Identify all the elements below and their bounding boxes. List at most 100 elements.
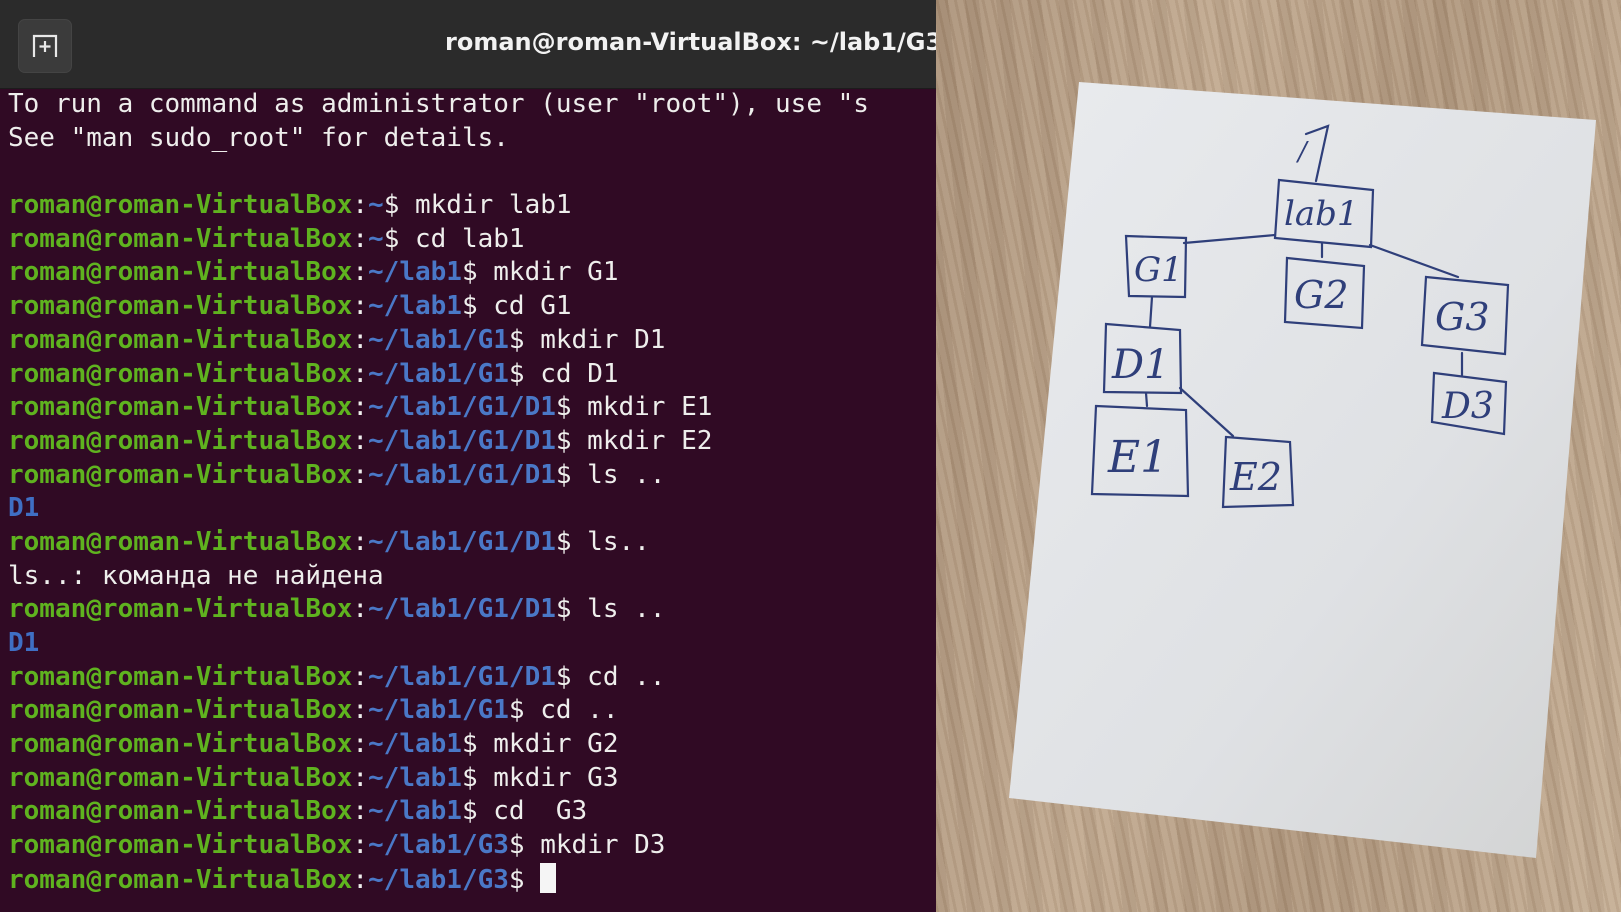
prompt-symbol: $ (555, 425, 572, 456)
terminal-line: roman@roman-VirtualBox:~$ mkdir lab1 (8, 189, 936, 223)
terminal-line: roman@roman-VirtualBox:~/lab1$ cd G3 (8, 795, 936, 829)
sketch-node-d3: D3 (1441, 386, 1494, 427)
output-directory: D1 (8, 628, 40, 658)
prompt-path: ~/lab1/G1/D1 (368, 392, 556, 423)
sketch-node-lab1: lab1 (1284, 194, 1359, 234)
prompt-symbol: $ (555, 661, 572, 692)
terminal-line: roman@roman-VirtualBox:~/lab1/G1/D1$ ls.… (8, 526, 936, 560)
prompt-symbol: $ (383, 223, 400, 254)
prompt-user: roman@roman-VirtualBox (8, 864, 353, 895)
terminal-line: roman@roman-VirtualBox:~/lab1/G1/D1$ cd … (8, 661, 936, 695)
prompt-separator: : (352, 190, 369, 221)
command-text: cd .. (524, 695, 619, 726)
prompt-user: roman@roman-VirtualBox (8, 425, 353, 456)
prompt-path: ~/lab1/G1/D1 (368, 459, 556, 490)
output-text: ls..: команда не найдена (8, 560, 384, 591)
command-text: cd .. (571, 661, 666, 692)
terminal-line: roman@roman-VirtualBox:~/lab1$ mkdir G2 (8, 728, 936, 762)
prompt-separator: : (352, 324, 369, 355)
sketch-node-d1: D1 (1111, 342, 1170, 388)
prompt-symbol: $ (508, 324, 525, 355)
terminal-line: roman@roman-VirtualBox:~/lab1$ mkdir G3 (8, 762, 936, 796)
screen: roman@roman-VirtualBox: ~/lab1/G3 To run… (0, 0, 1621, 912)
prompt-path: ~/lab1/G3 (368, 830, 509, 861)
prompt-user: roman@roman-VirtualBox (8, 695, 353, 726)
terminal-line: roman@roman-VirtualBox:~/lab1/G1$ cd D1 (8, 358, 936, 392)
command-text: cd G1 (477, 291, 572, 322)
prompt-separator: : (352, 257, 369, 288)
prompt-path: ~/lab1/G1 (368, 358, 509, 389)
command-text: mkdir G3 (477, 762, 619, 793)
prompt-path: ~/lab1 (368, 796, 462, 827)
terminal-line: roman@roman-VirtualBox:~/lab1/G3$ (8, 862, 936, 897)
prompt-symbol: $ (508, 358, 525, 389)
prompt-separator: : (352, 392, 369, 423)
terminal-output[interactable]: To run a command as administrator (user … (8, 88, 936, 897)
new-tab-button[interactable] (18, 19, 72, 73)
command-text: ls.. (571, 526, 650, 557)
terminal-line: roman@roman-VirtualBox:~/lab1/G1$ mkdir … (8, 324, 936, 358)
prompt-user: roman@roman-VirtualBox (8, 190, 353, 221)
terminal-line: roman@roman-VirtualBox:~/lab1/G1/D1$ mkd… (8, 425, 936, 459)
terminal-line: roman@roman-VirtualBox:~/lab1/G1/D1$ ls … (8, 459, 936, 493)
prompt-user: roman@roman-VirtualBox (8, 392, 353, 423)
prompt-user: roman@roman-VirtualBox (8, 358, 353, 389)
prompt-separator: : (352, 425, 369, 456)
prompt-symbol: $ (461, 762, 478, 793)
command-text: mkdir lab1 (399, 190, 572, 221)
command-text: mkdir G2 (477, 729, 619, 760)
sketch-node-g2: G2 (1294, 273, 1349, 317)
terminal-line: roman@roman-VirtualBox:~/lab1$ cd G1 (8, 290, 936, 324)
prompt-path: ~/lab1 (368, 257, 462, 288)
command-text: ls .. (571, 459, 666, 490)
sketch-node-g1: G1 (1134, 250, 1183, 290)
prompt-path: ~/lab1/G1/D1 (368, 594, 556, 625)
prompt-symbol: $ (555, 594, 572, 625)
command-text: mkdir D3 (524, 830, 666, 861)
prompt-user: roman@roman-VirtualBox (8, 291, 353, 322)
sketch-node-g3: G3 (1435, 295, 1490, 339)
prompt-symbol: $ (461, 796, 478, 827)
title-bar: roman@roman-VirtualBox: ~/lab1/G3 (0, 0, 936, 89)
prompt-symbol: $ (508, 830, 525, 861)
command-text: cd lab1 (399, 223, 525, 254)
prompt-symbol: $ (461, 291, 478, 322)
prompt-user: roman@roman-VirtualBox (8, 762, 353, 793)
prompt-user: roman@roman-VirtualBox (8, 324, 353, 355)
prompt-user: roman@roman-VirtualBox (8, 729, 353, 760)
prompt-separator: : (352, 358, 369, 389)
terminal-line: roman@roman-VirtualBox:~$ cd lab1 (8, 223, 936, 257)
command-text: mkdir G1 (477, 257, 619, 288)
terminal-line: D1 (8, 627, 936, 661)
prompt-path: ~/lab1/G1/D1 (368, 526, 556, 557)
prompt-symbol: $ (555, 392, 572, 423)
prompt-path: ~/lab1/G1/D1 (368, 661, 556, 692)
command-text: mkdir E2 (571, 425, 713, 456)
text-cursor (540, 862, 557, 893)
prompt-user: roman@roman-VirtualBox (8, 459, 353, 490)
terminal-line: roman@roman-VirtualBox:~/lab1/G3$ mkdir … (8, 829, 936, 863)
prompt-separator: : (352, 830, 369, 861)
command-text: cd D1 (524, 358, 619, 389)
prompt-user: roman@roman-VirtualBox (8, 830, 353, 861)
terminal-line: roman@roman-VirtualBox:~/lab1/G1/D1$ ls … (8, 593, 936, 627)
paper-photo: / lab1 G1 G2 G3 D1 D3 E1 E2 (936, 0, 1621, 912)
command-text: mkdir E1 (571, 392, 713, 423)
prompt-user: roman@roman-VirtualBox (8, 526, 353, 557)
prompt-user: roman@roman-VirtualBox (8, 594, 353, 625)
prompt-path: ~/lab1 (368, 291, 462, 322)
prompt-user: roman@roman-VirtualBox (8, 661, 353, 692)
command-text: ls .. (571, 594, 666, 625)
prompt-path: ~/lab1/G1 (368, 324, 509, 355)
sketch-node-e2: E2 (1229, 455, 1282, 499)
intro-line: To run a command as administrator (user … (8, 89, 869, 119)
prompt-path: ~/lab1/G1/D1 (368, 425, 556, 456)
prompt-path: ~/lab1 (368, 762, 462, 793)
directory-tree-sketch: / lab1 G1 G2 G3 D1 D3 E1 E2 (1009, 82, 1596, 858)
terminal-line: roman@roman-VirtualBox:~/lab1/G1$ cd .. (8, 694, 936, 728)
prompt-symbol: $ (508, 695, 525, 726)
output-directory: D1 (8, 493, 40, 524)
prompt-path: ~/lab1 (368, 729, 462, 760)
prompt-path: ~ (368, 190, 384, 221)
prompt-separator: : (352, 526, 369, 557)
